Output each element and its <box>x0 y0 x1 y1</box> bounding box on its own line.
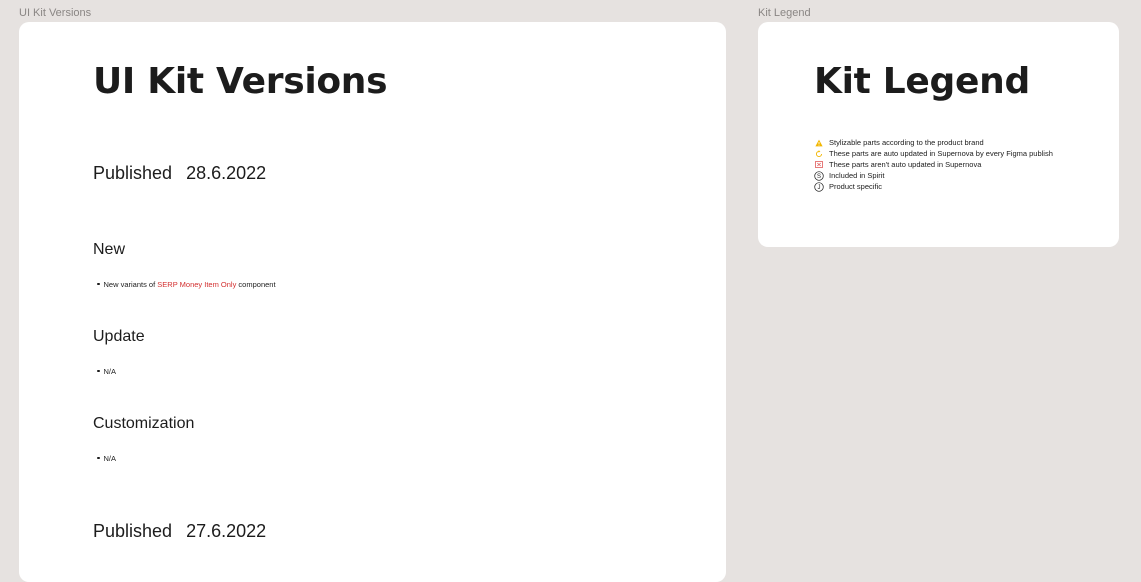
list-item: N/A <box>97 454 116 464</box>
published-label: Published <box>93 163 173 183</box>
legend-item: Stylizable parts according to the produc… <box>814 137 1053 148</box>
refresh-icon <box>814 149 824 159</box>
list-item: N/A <box>97 367 116 377</box>
component-link[interactable]: SERP Money Item Only <box>157 280 236 289</box>
legend-item-text: These parts are auto updated in Supernov… <box>829 149 1053 158</box>
bullet-dot <box>97 456 100 460</box>
circle-s-icon: S <box>814 170 824 181</box>
legend-frame[interactable]: Kit Legend Stylizable parts according to… <box>758 22 1119 247</box>
list-item-suffix: component <box>236 280 276 289</box>
published-label: Published <box>93 521 173 541</box>
published-row: Published 27.6.2022 <box>93 520 266 542</box>
circle-j-letter: J <box>818 185 821 191</box>
versions-frame[interactable]: UI Kit Versions Published 28.6.2022 New N… <box>19 22 726 582</box>
published-date: 28.6.2022 <box>186 163 267 183</box>
list-item-prefix: New variants of <box>103 280 158 289</box>
legend-item-text: Product specific <box>829 182 882 191</box>
legend-title: Kit Legend <box>814 61 1030 102</box>
legend-frame-label[interactable]: Kit Legend <box>758 6 811 20</box>
legend-item-text: Included in Spirit <box>829 171 885 180</box>
legend-item-text: Stylizable parts according to the produc… <box>829 138 984 147</box>
published-date: 27.6.2022 <box>186 521 267 541</box>
list-item-text: N/A <box>103 367 117 376</box>
legend-item: J Product specific <box>814 181 1053 192</box>
crossed-box-icon <box>814 160 824 170</box>
circle-j-icon: J <box>814 181 824 192</box>
published-row: Published 28.6.2022 <box>93 162 266 184</box>
bullet-dot <box>97 369 100 373</box>
versions-frame-label[interactable]: UI Kit Versions <box>19 6 91 20</box>
section-heading-update: Update <box>93 328 145 345</box>
list-item-text: N/A <box>103 454 117 463</box>
legend-item-text: These parts aren't auto updated in Super… <box>829 160 982 169</box>
legend-item: These parts are auto updated in Supernov… <box>814 148 1053 159</box>
section-heading-new: New <box>93 241 126 258</box>
circle-s-letter: S <box>817 174 821 180</box>
legend-list: Stylizable parts according to the produc… <box>814 137 1053 192</box>
list-item: New variants of SERP Money Item Only com… <box>97 280 276 290</box>
warning-triangle-icon <box>814 138 824 148</box>
legend-item: S Included in Spirit <box>814 170 1053 181</box>
versions-title: UI Kit Versions <box>93 61 388 102</box>
section-heading-customization: Customization <box>93 415 195 432</box>
bullet-dot <box>97 282 100 286</box>
legend-item: These parts aren't auto updated in Super… <box>814 159 1053 170</box>
